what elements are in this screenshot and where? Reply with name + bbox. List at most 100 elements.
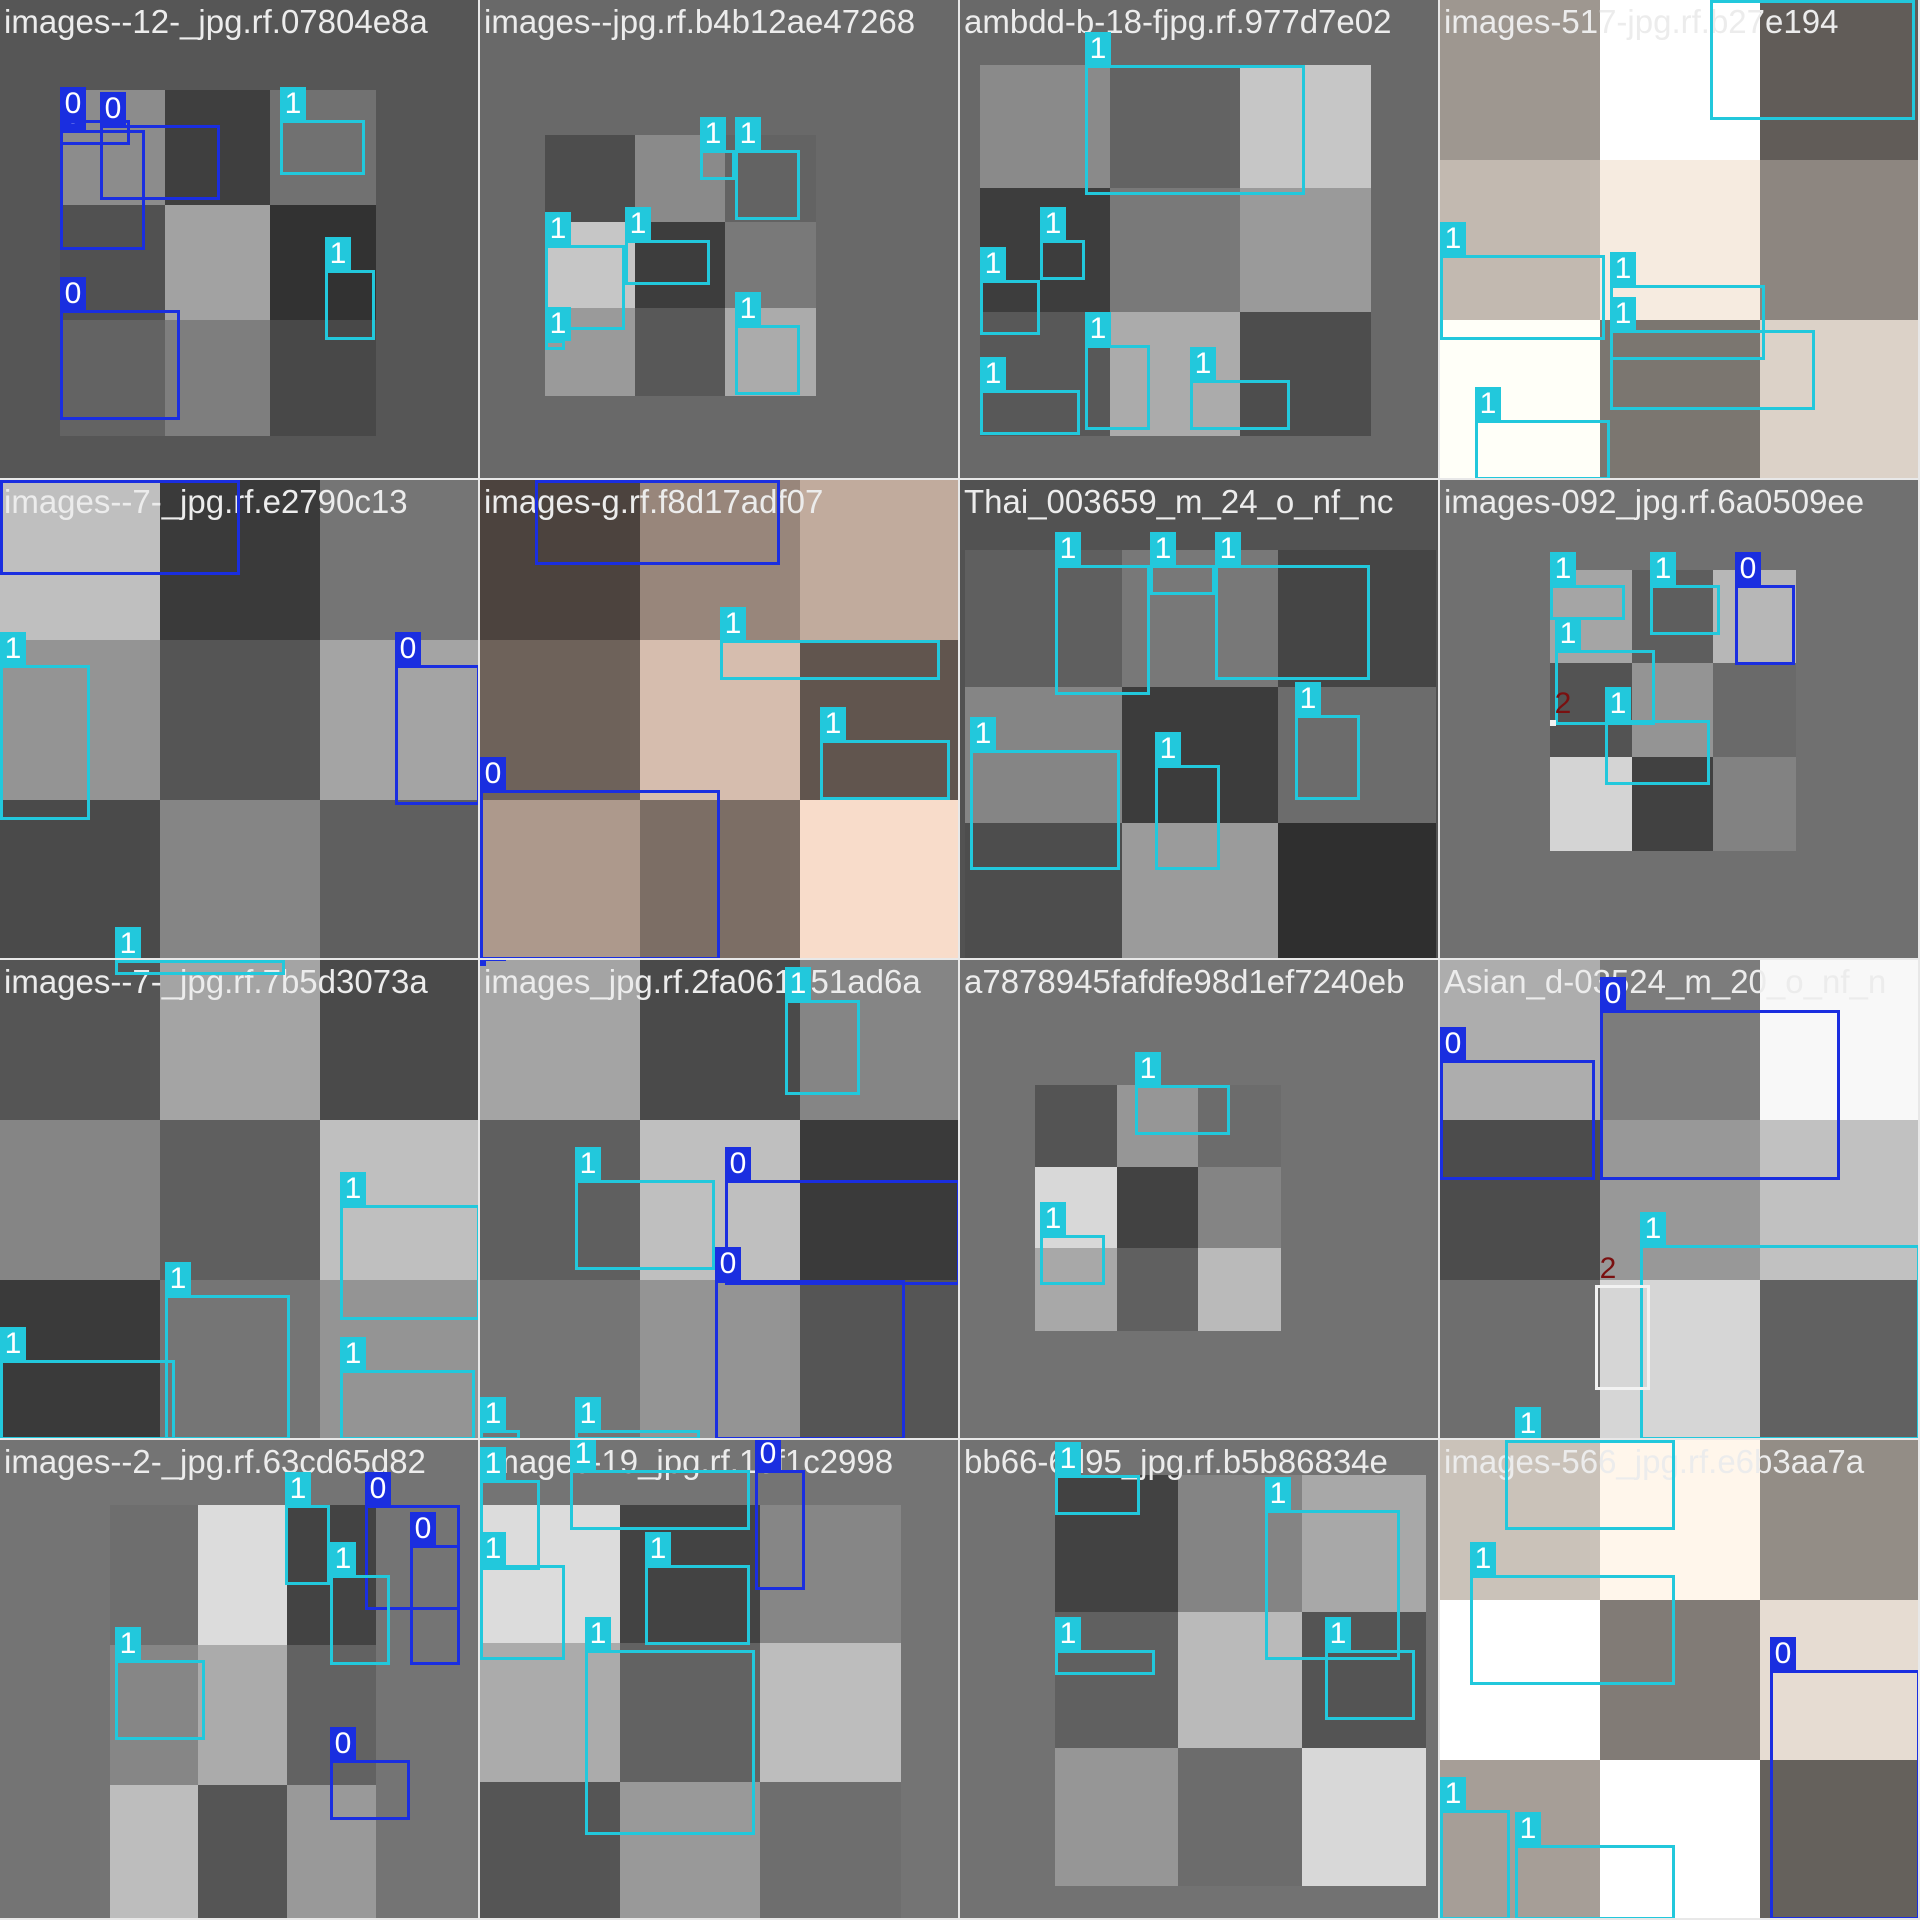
class-label: 1 — [720, 607, 746, 641]
detection-box: 1 — [1040, 1202, 1105, 1285]
image-tile: images-092_jpg.rf.6a0509ee 1 1 0 1 1 2 — [1440, 480, 1920, 960]
image-tile: ambdd-b-18-fjpg.rf.977d7e02 1 1 1 1 1 1 — [960, 0, 1440, 480]
detection-box: 0 — [1735, 552, 1795, 665]
detection-box: 1 — [1440, 222, 1605, 340]
class-label: 0 — [410, 1512, 436, 1546]
class-label: 0 — [480, 960, 506, 961]
photo-patch — [1198, 1248, 1281, 1331]
photo-patch — [760, 1643, 901, 1783]
class-label: 1 — [1040, 207, 1066, 241]
class-label: 1 — [1055, 1617, 1081, 1651]
tile-filename: Asian_d-03524_m_20_o_nf_n — [1444, 963, 1887, 1000]
tile-filename: images_jpg.rf.2fa061b51ad6a — [484, 963, 921, 1000]
class-label: 1 — [625, 207, 651, 241]
detection-box: 1 — [285, 1472, 330, 1585]
detection-box: 1 — [820, 707, 950, 800]
detection-box: 1 — [570, 1440, 750, 1530]
class-label: 1 — [1555, 617, 1581, 651]
image-tile: a7878945fafdfe98d1ef7240eb 1 1 — [960, 960, 1440, 1440]
class-label: 1 — [575, 1397, 601, 1431]
image-tile: images_jpg.rf.2fa061b51ad6a1100110 — [480, 960, 960, 1440]
class-label: 1 — [1710, 0, 1736, 1]
class-label: 1 — [1550, 552, 1576, 586]
class-label: 1 — [545, 212, 571, 246]
class-label: 0 — [60, 277, 86, 311]
tile-filename: Thai_003659_m_24_o_nf_nc — [964, 483, 1394, 520]
photo-patch — [760, 1781, 901, 1918]
class-label: 1 — [570, 1440, 596, 1471]
detection-box: 1 — [1055, 1442, 1140, 1515]
detection-box: 1 — [785, 967, 860, 1095]
detection-box: 0 — [755, 1440, 805, 1590]
detection-box: 1 — [1055, 532, 1150, 695]
class-label: 1 — [1605, 687, 1631, 721]
detection-box: 1 — [545, 307, 571, 350]
image-tile: images-19_jpg.rf.15f1c2998 1 1 0 1 1 1 — [480, 1440, 960, 1920]
class-label: 1 — [0, 1327, 26, 1361]
detection-box: 0 — [395, 632, 478, 805]
tile-filename: ambdd-b-18-fjpg.rf.977d7e02 — [964, 3, 1392, 40]
detection-box: 1 — [1505, 1440, 1675, 1530]
class-label: 1 — [1650, 552, 1676, 586]
detection-box: 1 — [1085, 312, 1150, 430]
detection-box: 1 — [1475, 387, 1610, 478]
detection-box: 1 — [340, 1172, 478, 1320]
class-label: 0 — [60, 87, 86, 121]
detection-box: 2 — [1550, 687, 1571, 726]
detection-box: 1 — [1470, 1542, 1675, 1685]
detection-box: 0 — [60, 277, 180, 420]
class-label: 0 — [480, 757, 506, 791]
detection-box: 1 — [735, 292, 800, 395]
detection-box: 1 — [1085, 32, 1305, 195]
photo-patch — [1713, 756, 1796, 851]
detection-box: 1 — [735, 117, 800, 220]
detection-box: 1 — [970, 717, 1120, 870]
class-label: 1 — [1055, 532, 1081, 566]
class-label: 1 — [1325, 1617, 1351, 1651]
photo-patch — [800, 480, 958, 641]
class-label: 1 — [325, 237, 351, 271]
detection-box: 2 — [1595, 1252, 1650, 1390]
detection-box: 1 — [1190, 347, 1290, 430]
photo-patch — [0, 1120, 161, 1281]
class-label: 1 — [575, 1147, 601, 1181]
photo-patch — [160, 1120, 321, 1281]
detection-box: 1 — [1550, 552, 1625, 620]
class-label: 0 — [1440, 1027, 1466, 1061]
class-label: 1 — [1040, 1202, 1066, 1236]
class-label: 1 — [785, 967, 811, 1001]
image-tile: images--2-_jpg.rf.63cd65d82 1 0 1 0 1 0 — [0, 1440, 480, 1920]
class-label: 1 — [1515, 1407, 1541, 1438]
photo-patch — [165, 320, 271, 436]
photo-patch — [110, 1785, 200, 1918]
class-label: 1 — [1515, 1812, 1541, 1846]
detection-box: 1 — [325, 237, 375, 340]
detection-box: 1 — [720, 607, 940, 680]
class-label: 1 — [1150, 532, 1176, 566]
photo-patch — [160, 640, 321, 801]
class-label: 1 — [1085, 32, 1111, 66]
photo-patch — [1301, 1748, 1426, 1886]
detection-box: 0 — [60, 87, 130, 145]
class-label: 0 — [1770, 1637, 1796, 1671]
detection-box: 1 — [1605, 687, 1710, 785]
detection-box: 1 — [625, 207, 710, 285]
class-label: 1 — [115, 960, 141, 961]
image-tile: images--7-_jpg.rf.e2790c130101 — [0, 480, 480, 960]
photo-patch — [635, 308, 726, 396]
photo-patch — [1278, 823, 1436, 958]
class-label: 1 — [735, 292, 761, 326]
detection-box: 0 — [1440, 1027, 1595, 1180]
class-label: 1 — [1135, 1052, 1161, 1086]
class-label: 2 — [1599, 1252, 1617, 1285]
class-label: 1 — [1610, 297, 1636, 331]
detection-box: 1 — [1710, 0, 1915, 120]
class-label: 0 — [1735, 552, 1761, 586]
class-label: 1 — [165, 1262, 191, 1296]
detection-box: 1 — [480, 1397, 520, 1438]
photo-patch — [1116, 1248, 1200, 1331]
detection-box: 0 — [480, 960, 506, 966]
photo-patch — [800, 800, 958, 958]
class-label: 1 — [585, 1617, 611, 1651]
class-label: 1 — [1640, 1212, 1666, 1246]
